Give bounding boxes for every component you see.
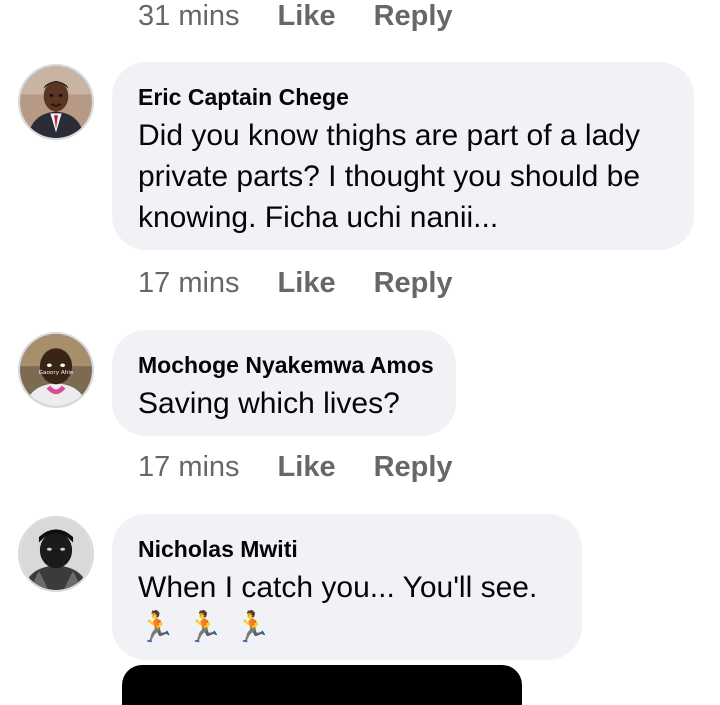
comment-author[interactable]: Mochoge Nyakemwa Amos xyxy=(138,350,434,380)
profile-photo-icon: Gaoory Ahie xyxy=(20,334,92,406)
comment-bubble[interactable]: Mochoge Nyakemwa Amos Saving which lives… xyxy=(112,330,456,436)
comment-timestamp: 31 mins xyxy=(138,0,240,32)
comment-bubble[interactable]: Nicholas Mwiti When I catch you... You'l… xyxy=(112,514,582,660)
avatar[interactable] xyxy=(18,64,94,140)
comment-timestamp: 17 mins xyxy=(138,267,240,299)
avatar-caption: Gaoory Ahie xyxy=(39,370,74,376)
comment-author[interactable]: Eric Captain Chege xyxy=(138,82,668,112)
profile-photo-icon xyxy=(20,66,92,138)
person-running-icon: 🏃 xyxy=(185,611,224,644)
comment-meta-row: 17 mins Like Reply xyxy=(138,267,453,300)
comment-text: Saving which lives? xyxy=(138,387,400,420)
emoji-row: 🏃 🏃 🏃 xyxy=(138,610,556,646)
reply-button[interactable]: Reply xyxy=(374,451,453,484)
comment-meta-row: 31 mins Like Reply xyxy=(138,0,453,33)
like-button[interactable]: Like xyxy=(278,0,336,33)
comment-author[interactable]: Nicholas Mwiti xyxy=(138,534,556,564)
avatar[interactable] xyxy=(18,516,94,592)
comment-text: Did you know thighs are part of a lady p… xyxy=(138,119,641,234)
person-running-icon: 🏃 xyxy=(138,611,176,644)
avatar[interactable]: Gaoory Ahie xyxy=(18,332,94,408)
comment-bubble[interactable]: Eric Captain Chege Did you know thighs a… xyxy=(112,62,694,250)
person-running-icon: 🏃 xyxy=(233,611,271,644)
profile-photo-icon xyxy=(20,518,92,590)
reply-button[interactable]: Reply xyxy=(374,0,453,33)
comment-meta-row: 17 mins Like Reply xyxy=(138,451,453,484)
comment-timestamp: 17 mins xyxy=(138,451,240,483)
like-button[interactable]: Like xyxy=(278,451,336,484)
like-button[interactable]: Like xyxy=(278,267,336,300)
reply-button[interactable]: Reply xyxy=(374,267,453,300)
comment-text: When I catch you... You'll see. xyxy=(138,571,538,604)
next-comment-preview xyxy=(122,665,522,705)
